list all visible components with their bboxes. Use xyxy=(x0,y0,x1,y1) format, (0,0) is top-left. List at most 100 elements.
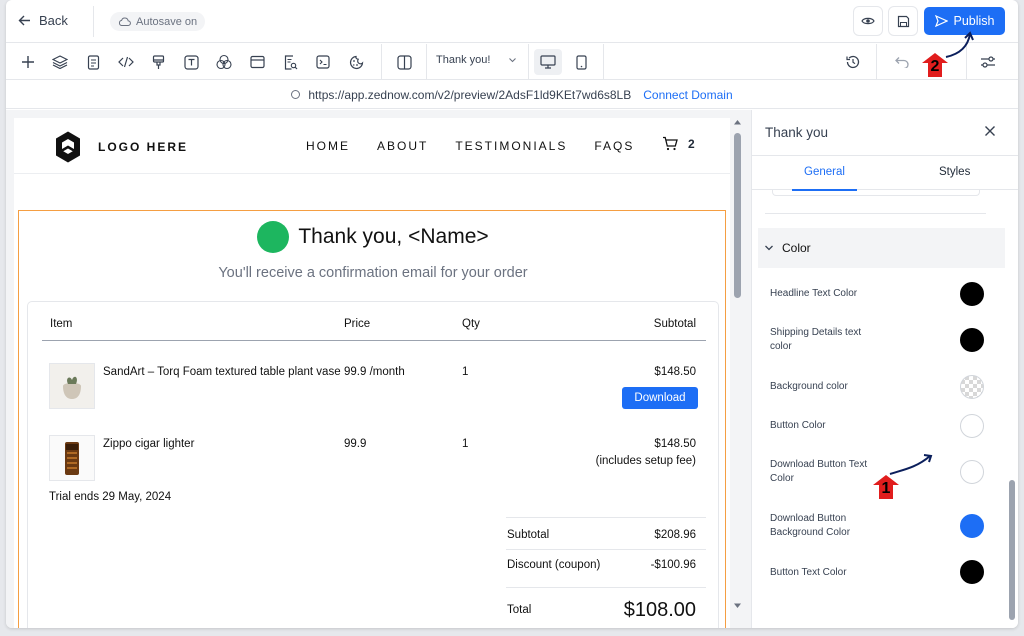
col-header-subtotal: Subtotal xyxy=(653,318,696,330)
top-bar: Back Autosave on Publish xyxy=(6,0,1018,43)
summary-discount-value: -$100.96 xyxy=(650,559,696,571)
row2-qty: 1 xyxy=(462,438,469,450)
terminal-icon xyxy=(316,55,330,69)
cart-button[interactable]: 2 xyxy=(662,136,695,151)
undo-button[interactable] xyxy=(892,52,912,72)
background-color-label: Background color xyxy=(770,381,848,392)
canvas-scroll-thumb[interactable] xyxy=(734,133,741,298)
colors-button[interactable] xyxy=(214,52,234,72)
site-nav: HOME ABOUT TESTIMONIALS FAQS xyxy=(306,139,634,153)
thank-you-section[interactable]: Thank you, <Name> You'll receive a confi… xyxy=(18,210,726,628)
tab-general[interactable]: General xyxy=(792,166,857,191)
preview-url-bar: https://app.zednow.com/v2/preview/2AdsF1… xyxy=(6,81,1018,109)
pages-button[interactable] xyxy=(83,52,103,72)
logo-text: LOGO HERE xyxy=(98,140,189,154)
close-icon[interactable] xyxy=(984,125,996,137)
editor-window: Back Autosave on Publish Thank you! http… xyxy=(6,0,1018,628)
nav-home[interactable]: HOME xyxy=(306,139,350,153)
color-circles-icon xyxy=(216,54,232,70)
nav-testimonials[interactable]: TESTIMONIALS xyxy=(455,139,567,153)
document-search-icon xyxy=(284,54,297,70)
autosave-label: Autosave on xyxy=(136,15,198,28)
success-check-icon xyxy=(257,221,290,253)
panel-title: Thank you xyxy=(765,125,829,140)
button-color-label: Button Color xyxy=(770,420,826,431)
headline-text-color-swatch[interactable] xyxy=(960,282,984,306)
send-icon xyxy=(934,15,948,27)
annotation-marker-2: 2 xyxy=(921,52,949,78)
download-button-bg-color-swatch[interactable] xyxy=(960,514,984,538)
row2-subtotal: $148.50 xyxy=(654,438,696,450)
headline-text: Thank you, <Name> xyxy=(298,225,489,248)
download-button[interactable]: Download xyxy=(622,387,698,409)
preview-button[interactable] xyxy=(853,6,883,36)
mobile-view-button[interactable] xyxy=(567,49,595,75)
nav-about[interactable]: ABOUT xyxy=(377,139,428,153)
annotation-marker-1: 1 xyxy=(872,474,900,500)
page-selector-value: Thank you! xyxy=(436,54,491,66)
button-color-swatch[interactable] xyxy=(960,414,984,438)
split-view-button[interactable] xyxy=(394,52,414,72)
page-selector[interactable]: Thank you! xyxy=(436,54,517,66)
row1-subtotal: $148.50 xyxy=(654,366,696,378)
background-color-swatch[interactable] xyxy=(960,375,984,399)
trial-note: Trial ends 29 May, 2024 xyxy=(49,491,172,503)
collapsed-field xyxy=(772,190,980,196)
vase-product-image xyxy=(49,363,95,409)
seo-button[interactable] xyxy=(280,52,300,72)
undo-icon xyxy=(894,57,909,68)
add-element-button[interactable] xyxy=(18,52,38,72)
page-preview: LOGO HERE HOME ABOUT TESTIMONIALS FAQS 2… xyxy=(14,118,730,628)
row2-price: 99.9 xyxy=(344,438,367,450)
paint-brush-icon xyxy=(152,54,164,69)
layers-button[interactable] xyxy=(50,52,70,72)
section-divider xyxy=(765,213,986,214)
canvas-scrollbar[interactable] xyxy=(733,118,742,618)
settings-panel: Thank you General Styles Color Headline … xyxy=(751,110,1018,628)
settings-toggle-button[interactable] xyxy=(978,52,998,72)
sections-button[interactable] xyxy=(247,52,267,72)
nav-faqs[interactable]: FAQS xyxy=(594,139,634,153)
col-header-item: Item xyxy=(50,318,73,330)
shipping-details-color-swatch[interactable] xyxy=(960,328,984,352)
paint-button[interactable] xyxy=(148,52,168,72)
terminal-button[interactable] xyxy=(313,52,333,72)
divider xyxy=(93,6,94,37)
code-button[interactable] xyxy=(116,52,136,72)
divider xyxy=(381,44,382,80)
split-view-icon xyxy=(396,54,412,70)
hexagon-logo-icon xyxy=(56,131,80,163)
floppy-disk-icon xyxy=(897,15,909,27)
site-logo[interactable]: LOGO HERE xyxy=(54,130,188,164)
summary-discount-label: Discount (coupon) xyxy=(507,559,601,571)
summary-divider xyxy=(506,549,706,550)
history-button[interactable] xyxy=(843,52,863,72)
chevron-down-icon xyxy=(509,58,517,63)
summary-subtotal-label: Subtotal xyxy=(507,529,550,541)
desktop-view-button[interactable] xyxy=(534,49,562,75)
button-text-color-swatch[interactable] xyxy=(960,560,984,584)
panel-scrollbar[interactable] xyxy=(1008,190,1016,620)
cookie-button[interactable] xyxy=(346,52,366,72)
marker-2-number: 2 xyxy=(930,58,940,75)
connect-domain-link[interactable]: Connect Domain xyxy=(643,88,732,102)
color-section-header[interactable]: Color xyxy=(758,228,1005,268)
lighter-product-image xyxy=(49,435,95,481)
divider xyxy=(876,44,877,80)
row2-setup-note: (includes setup fee) xyxy=(595,455,696,467)
preview-url[interactable]: https://app.zednow.com/v2/preview/2AdsF1… xyxy=(308,88,631,102)
download-button-bg-color-label: Download Button Background Color xyxy=(770,513,851,538)
text-button[interactable] xyxy=(181,52,201,72)
download-button-text-color-label: Download Button Text Color xyxy=(770,459,868,484)
cart-count: 2 xyxy=(688,136,695,151)
panel-scroll-thumb[interactable] xyxy=(1009,480,1015,620)
publish-label: Publish xyxy=(953,14,995,28)
col-header-price: Price xyxy=(344,318,371,330)
back-button[interactable]: Back xyxy=(18,13,68,28)
download-button-text-color-swatch[interactable] xyxy=(960,460,984,484)
divider xyxy=(603,44,604,80)
save-button[interactable] xyxy=(888,6,918,36)
layers-icon xyxy=(52,55,68,69)
arrow-left-icon xyxy=(18,15,30,26)
tab-styles[interactable]: Styles xyxy=(939,166,970,178)
